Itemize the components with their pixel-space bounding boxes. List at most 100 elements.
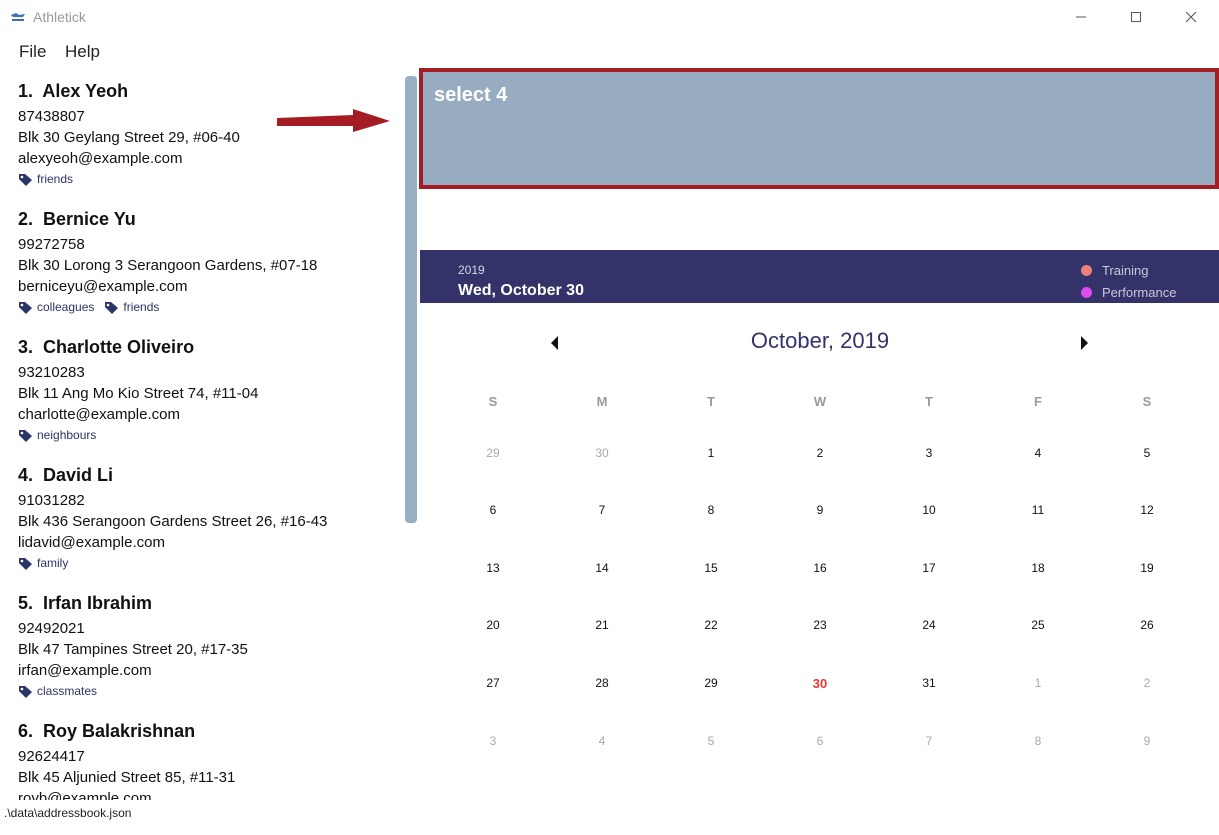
person-email: charlotte@example.com [18, 406, 180, 423]
person-name-text: Alex Yeoh [42, 81, 129, 101]
person-tag-label: family [37, 556, 69, 570]
status-bar-file-path: .\data\addressbook.json [4, 806, 132, 820]
person-email: berniceyu@example.com [18, 278, 188, 295]
calendar-day-today[interactable]: 30 [800, 676, 840, 691]
legend-performance-label: Performance [1102, 285, 1177, 300]
menu-help[interactable]: Help [65, 42, 100, 62]
calendar-day[interactable]: 2 [1127, 676, 1167, 690]
person-tag: friends [18, 172, 73, 186]
calendar-day[interactable]: 29 [691, 676, 731, 690]
calendar-day[interactable]: 1 [1018, 676, 1058, 690]
person-email: alexyeoh@example.com [18, 150, 183, 167]
person-address: Blk 45 Aljunied Street 85, #11-31 [18, 769, 236, 786]
tag-icon [19, 557, 32, 570]
person-index: 2. [18, 209, 34, 229]
calendar-day[interactable]: 26 [1127, 618, 1167, 632]
calendar-day[interactable]: 27 [473, 676, 513, 690]
command-box[interactable]: select 4 [419, 68, 1219, 189]
calendar-day[interactable]: 18 [1018, 561, 1058, 575]
calendar-day[interactable]: 30 [582, 446, 622, 460]
calendar-day[interactable]: 6 [473, 503, 513, 517]
calendar-day[interactable]: 29 [473, 446, 513, 460]
calendar-day[interactable]: 19 [1127, 561, 1167, 575]
calendar-day[interactable]: 24 [909, 618, 949, 632]
tag-icon [19, 301, 32, 314]
calendar-day[interactable]: 23 [800, 618, 840, 632]
person-index: 1. [18, 81, 34, 101]
person-phone: 93210283 [18, 364, 85, 381]
maximize-button[interactable] [1113, 4, 1159, 30]
calendar-day[interactable]: 3 [473, 734, 513, 748]
calendar-day[interactable]: 6 [800, 734, 840, 748]
calendar-day[interactable]: 4 [582, 734, 622, 748]
person-tag: colleagues [18, 300, 94, 314]
person-card[interactable]: 5. Irfan Ibrahim 92492021 Blk 47 Tampines … [18, 584, 398, 712]
close-button[interactable] [1168, 4, 1214, 30]
calendar-day[interactable]: 12 [1127, 503, 1167, 517]
tag-icon [19, 429, 32, 442]
calendar-day[interactable]: 4 [1018, 446, 1058, 460]
person-name: 6. Roy Balakrishnan [18, 721, 195, 742]
maximize-icon [1131, 12, 1141, 22]
menu-file[interactable]: File [19, 42, 46, 62]
calendar-day[interactable]: 31 [909, 676, 949, 690]
person-name-text: Irfan Ibrahim [43, 593, 153, 613]
calendar-day[interactable]: 7 [909, 734, 949, 748]
calendar-day[interactable]: 5 [691, 734, 731, 748]
calendar-day[interactable]: 8 [691, 503, 731, 517]
calendar-day[interactable]: 17 [909, 561, 949, 575]
minimize-button[interactable] [1058, 4, 1104, 30]
calendar-day-of-week: F [1034, 394, 1042, 409]
person-tag-label: friends [123, 300, 160, 314]
calendar-day[interactable]: 2 [800, 446, 840, 460]
person-tag-label: colleagues [37, 300, 95, 314]
person-index: 6. [18, 721, 34, 741]
title-bar: Athletick [0, 0, 1219, 34]
person-tags: friends [18, 172, 73, 186]
person-card[interactable]: 4. David Li 91031282 Blk 436 Serangoon Gar… [18, 456, 398, 584]
calendar-day-of-week: M [596, 394, 608, 409]
annotation-arrow-icon [277, 109, 390, 132]
person-tag-label: neighbours [37, 428, 97, 442]
calendar-day[interactable]: 9 [800, 503, 840, 517]
calendar-day[interactable]: 25 [1018, 618, 1058, 632]
person-name-text: Charlotte Oliveiro [43, 337, 195, 357]
calendar-day[interactable]: 21 [582, 618, 622, 632]
person-tag: family [18, 556, 68, 570]
next-month-icon[interactable] [1077, 334, 1091, 352]
person-card[interactable]: 3. Charlotte Oliveiro 93210283 Blk 11 Ang … [18, 328, 398, 456]
calendar-day[interactable]: 3 [909, 446, 949, 460]
calendar-day[interactable]: 14 [582, 561, 622, 575]
calendar-day[interactable]: 28 [582, 676, 622, 690]
person-list[interactable]: 1. Alex Yeoh 87438807 Blk 30 Geylang Stree… [0, 72, 400, 800]
window-title: Athletick [33, 9, 86, 25]
person-phone: 87438807 [18, 108, 85, 125]
person-tags: colleagues friends [18, 300, 159, 314]
person-address: Blk 30 Geylang Street 29, #06-40 [18, 129, 240, 146]
calendar-day[interactable]: 13 [473, 561, 513, 575]
legend-training: Training [1081, 263, 1148, 278]
calendar-day[interactable]: 1 [691, 446, 731, 460]
calendar-day[interactable]: 9 [1127, 734, 1167, 748]
person-email: royb@example.com [18, 790, 152, 800]
calendar-month-title: October, 2019 [750, 328, 890, 353]
calendar-day[interactable]: 15 [691, 561, 731, 575]
calendar-day[interactable]: 7 [582, 503, 622, 517]
legend-training-label: Training [1102, 263, 1149, 278]
calendar-day[interactable]: 22 [691, 618, 731, 632]
calendar-day[interactable]: 16 [800, 561, 840, 575]
person-card[interactable]: 2. Bernice Yu 99272758 Blk 30 Lorong 3 Ser… [18, 200, 398, 328]
person-tag: classmates [18, 684, 97, 698]
person-tags: neighbours [18, 428, 96, 442]
calendar-day[interactable]: 11 [1018, 503, 1058, 517]
calendar-day[interactable]: 8 [1018, 734, 1058, 748]
person-list-scrollbar[interactable] [405, 76, 417, 523]
calendar-day[interactable]: 20 [473, 618, 513, 632]
person-phone: 92624417 [18, 748, 85, 765]
calendar-day[interactable]: 5 [1127, 446, 1167, 460]
command-input[interactable]: select 4 [434, 84, 507, 107]
previous-month-icon[interactable] [548, 334, 562, 352]
person-card[interactable]: 6. Roy Balakrishnan 92624417 Blk 45 Aljuni… [18, 712, 398, 800]
person-name: 5. Irfan Ibrahim [18, 593, 152, 614]
calendar-day[interactable]: 10 [909, 503, 949, 517]
